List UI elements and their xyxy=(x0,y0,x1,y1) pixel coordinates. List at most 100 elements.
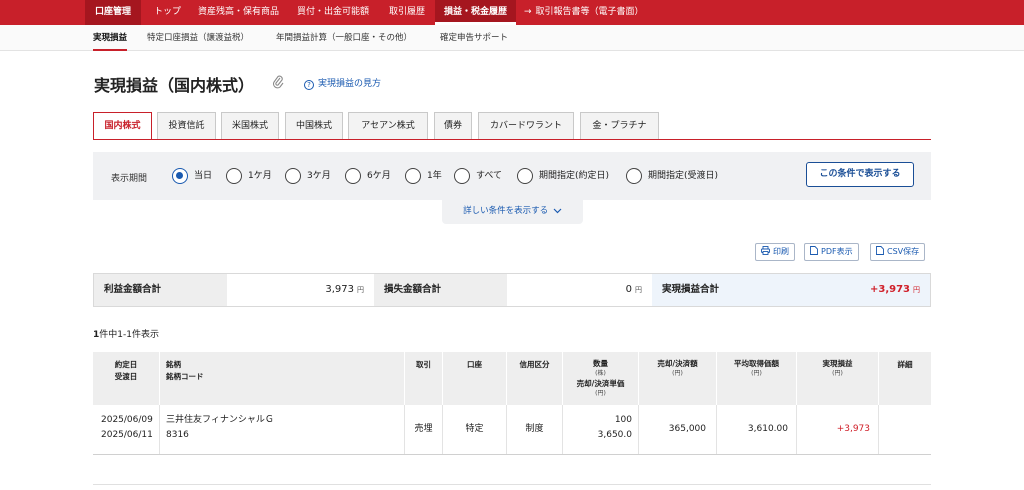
tab-gold-platinum[interactable]: 金・プラチナ xyxy=(580,112,659,139)
radio-all[interactable]: すべて xyxy=(454,166,502,186)
radio-1-month[interactable]: 1ケ月 xyxy=(226,166,272,186)
radio-label: 当日 xyxy=(194,171,213,181)
table-header: 約定日 受渡日 銘柄 銘柄コード 取引 口座 信用区分 数量 (株) 売却/決済… xyxy=(93,352,931,405)
subnav-specific-account-pl[interactable]: 特定口座損益（譲渡益税） xyxy=(147,25,249,51)
chevron-down-icon xyxy=(553,208,562,213)
profit-total-label: 利益金額合計 xyxy=(94,274,227,306)
radio-circle xyxy=(345,167,361,184)
realized-total-amount: +3,973 xyxy=(869,284,910,295)
header-trade-date: 約定日 xyxy=(114,360,138,369)
header-trade-label: 取引 xyxy=(416,360,431,369)
header-amount-unit: (円) xyxy=(672,370,683,377)
radio-range-trade-date[interactable]: 期間指定(約定日) xyxy=(517,166,609,186)
header-realized-pl-label: 実現損益 xyxy=(822,359,853,368)
external-arrow-icon: → xyxy=(524,7,532,17)
nav-buying-power[interactable]: 買付・出金可能額 xyxy=(297,0,369,25)
csv-button[interactable]: CSV保存 xyxy=(870,243,926,261)
yen-unit: 円 xyxy=(635,286,642,294)
header-qty-price: 数量 (株) 売却/決済単価 (円) xyxy=(563,352,639,405)
more-conditions-label: 詳しい条件を表示する xyxy=(463,206,549,216)
radio-circle xyxy=(285,167,301,184)
result-count: 1件中1-1件表示 xyxy=(93,327,159,340)
header-settle-date: 受渡日 xyxy=(114,372,138,381)
header-credit: 信用区分 xyxy=(507,352,563,405)
sub-navigation: 実現損益 特定口座損益（譲渡益税） 年間損益計算（一般口座・その他） 確定申告サ… xyxy=(0,25,1024,51)
nav-account-management[interactable]: 口座管理 xyxy=(85,0,142,25)
radio-6-months[interactable]: 6ケ月 xyxy=(345,166,391,186)
printer-icon xyxy=(761,246,770,255)
nav-assets[interactable]: 資産残高・保有商品 xyxy=(198,0,279,25)
help-link-label: 実現損益の見方 xyxy=(318,79,382,89)
subnav-annual-pl[interactable]: 年間損益計算（一般口座・その他） xyxy=(276,25,412,51)
cell-avg-cost: 3,610.00 xyxy=(717,405,797,454)
help-link[interactable]: ? 実現損益の見方 xyxy=(304,76,381,90)
radio-circle xyxy=(517,167,533,184)
results-table: 約定日 受渡日 銘柄 銘柄コード 取引 口座 信用区分 数量 (株) 売却/決済… xyxy=(93,352,931,455)
nav-trade-reports[interactable]: → 取引報告書等（電子書面） xyxy=(524,0,644,25)
header-realized-pl: 実現損益 (円) xyxy=(797,352,879,405)
settle-date: 2025/06/11 xyxy=(101,430,153,440)
paperclip-icon[interactable] xyxy=(272,75,284,89)
profit-total-value: 3,973 円 xyxy=(227,274,374,306)
cell-security: 三井住友フィナンシャルＧ 8316 xyxy=(160,405,405,454)
apply-filter-button[interactable]: この条件で表示する xyxy=(806,162,914,187)
cell-credit: 制度 xyxy=(507,405,563,454)
header-price: 売却/決済単価 xyxy=(576,379,625,388)
question-icon: ? xyxy=(304,80,314,90)
radio-range-settlement-date[interactable]: 期間指定(受渡日) xyxy=(626,166,718,186)
sale-price: 3,650.0 xyxy=(597,430,632,440)
print-label: 印刷 xyxy=(773,247,789,256)
quantity: 100 xyxy=(614,415,632,425)
show-more-conditions-toggle[interactable]: 詳しい条件を表示する xyxy=(442,200,583,224)
csv-label: CSV保存 xyxy=(887,247,920,256)
document-icon xyxy=(876,246,884,255)
tab-china-stocks[interactable]: 中国株式 xyxy=(285,112,343,139)
header-trade: 取引 xyxy=(405,352,443,405)
nav-trade-history[interactable]: 取引履歴 xyxy=(389,0,425,25)
radio-circle xyxy=(172,167,188,184)
header-realized-pl-unit: (円) xyxy=(832,370,843,377)
tab-asean-stocks[interactable]: アセアン株式 xyxy=(348,112,428,139)
top-navigation: 口座管理 トップ 資産残高・保有商品 買付・出金可能額 取引履歴 損益・税金履歴… xyxy=(0,0,1024,25)
section-divider xyxy=(93,484,931,485)
nav-pl-tax-history[interactable]: 損益・税金履歴 xyxy=(435,0,517,25)
tab-investment-trusts[interactable]: 投資信託 xyxy=(157,112,216,139)
realized-total-value: +3,973 円 xyxy=(785,274,930,306)
period-label: 表示期間 xyxy=(111,174,148,184)
page-title: 実現損益（国内株式） xyxy=(94,76,255,95)
cell-account: 特定 xyxy=(443,405,507,454)
print-button[interactable]: 印刷 xyxy=(755,243,795,261)
radio-1-year[interactable]: 1年 xyxy=(405,166,442,186)
tab-us-stocks[interactable]: 米国株式 xyxy=(221,112,279,139)
security-name: 三井住友フィナンシャルＧ xyxy=(166,415,274,425)
tab-covered-warrants[interactable]: カバードワラント xyxy=(478,112,574,139)
loss-total-amount: 0 xyxy=(625,284,632,295)
nav-top[interactable]: トップ xyxy=(154,0,181,25)
header-price-unit: (円) xyxy=(595,390,606,397)
subnav-tax-return-support[interactable]: 確定申告サポート xyxy=(440,25,508,51)
radio-circle xyxy=(226,167,242,184)
radio-today[interactable]: 当日 xyxy=(172,166,212,186)
header-avg-cost: 平均取得価額 (円) xyxy=(717,352,797,405)
tab-bonds[interactable]: 債券 xyxy=(434,112,472,139)
header-detail: 詳細 xyxy=(879,352,931,405)
cell-realized-pl: +3,973 xyxy=(797,405,879,454)
filter-panel: 表示期間 当日 1ケ月 3ケ月 6ケ月 1年 すべて 期間指定(約定日) 期間指… xyxy=(93,152,931,200)
profit-total-amount: 3,973 xyxy=(325,284,354,295)
radio-label: すべて xyxy=(476,171,503,181)
header-avg-cost-unit: (円) xyxy=(751,370,762,377)
realized-total-label: 実現損益合計 xyxy=(652,274,785,306)
header-amount-label: 売却/決済額 xyxy=(657,359,698,368)
header-security-code: 銘柄コード xyxy=(166,372,204,381)
pdf-button[interactable]: PDF表示 xyxy=(804,243,859,261)
tab-underline xyxy=(93,139,931,140)
radio-label: 期間指定(約定日) xyxy=(539,171,610,181)
cell-detail xyxy=(879,405,931,454)
radio-3-months[interactable]: 3ケ月 xyxy=(285,166,331,186)
document-icon xyxy=(810,246,818,255)
radio-circle xyxy=(405,167,421,184)
radio-label: 期間指定(受渡日) xyxy=(648,171,719,181)
subnav-realized-pl[interactable]: 実現損益 xyxy=(93,25,128,51)
radio-circle xyxy=(454,167,470,184)
tab-domestic-stocks[interactable]: 国内株式 xyxy=(93,112,152,140)
